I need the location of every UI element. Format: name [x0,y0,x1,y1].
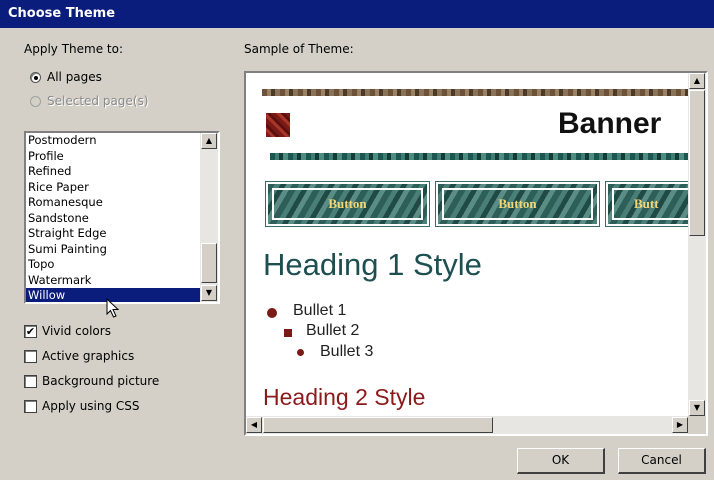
bullet-3-icon [297,349,304,356]
theme-list-scrollbar[interactable]: ▲ ▼ [200,133,218,302]
theme-list-item[interactable]: Postmodern [26,133,200,149]
theme-list-item[interactable]: Sumi Painting [26,242,200,258]
scroll-up-arrow-icon[interactable]: ▲ [201,133,217,149]
cancel-button[interactable]: Cancel [618,448,706,474]
preview-scroll-left-icon[interactable]: ◀ [246,417,262,433]
vivid-colors-label[interactable]: Vivid colors [42,324,111,338]
banner-bottom-stripe [270,153,688,160]
mouse-pointer-icon [106,298,120,318]
preview-vscroll[interactable]: ▲ ▼ [688,73,706,416]
theme-list-item[interactable]: Straight Edge [26,226,200,242]
theme-listbox[interactable]: Postmodern Profile Refined Rice Paper Romane… [24,131,220,304]
apply-css-label[interactable]: Apply using CSS [42,399,140,413]
heading2-sample: Heading 2 Style [263,384,426,410]
ok-button[interactable]: OK [517,448,605,474]
apply-theme-label: Apply Theme to: [24,42,123,56]
bullet-2-icon [284,329,292,337]
sample-button-2: Button [435,181,600,227]
theme-preview: Banner Button Button Butt Heading 1 Styl… [244,71,708,436]
heading1-sample: Heading 1 Style [263,247,482,282]
active-graphics-checkbox[interactable] [24,350,37,363]
theme-list-item[interactable]: Refined [26,164,200,180]
bullet-1-text: Bullet 1 [293,302,347,319]
scroll-down-arrow-icon[interactable]: ▼ [201,285,217,301]
vivid-colors-checkbox[interactable]: ✔ [24,325,37,338]
all-pages-radio[interactable] [30,72,41,83]
background-picture-label[interactable]: Background picture [42,374,159,388]
preview-canvas: Banner Button Button Butt Heading 1 Styl… [246,73,688,416]
preview-vscroll-thumb[interactable] [689,90,705,236]
all-pages-label[interactable]: All pages [47,70,102,84]
theme-list-item[interactable]: Sandstone [26,211,200,227]
sample-button-1-label: Button [328,196,367,211]
background-picture-checkbox[interactable] [24,375,37,388]
dialog-title: Choose Theme [0,0,714,28]
theme-list-item[interactable]: Profile [26,149,200,165]
apply-css-checkbox[interactable] [24,400,37,413]
sample-button-3-label: Butt [634,196,659,211]
theme-list-items: Postmodern Profile Refined Rice Paper Romane… [26,133,200,302]
theme-list-item[interactable]: Watermark [26,273,200,289]
banner-top-stripe [262,89,688,96]
active-graphics-label[interactable]: Active graphics [42,349,134,363]
sample-theme-label: Sample of Theme: [244,42,354,56]
preview-hscroll[interactable]: ◀ ▶ [246,416,688,434]
banner-text: Banner [558,107,662,140]
selected-pages-radio [30,96,41,107]
preview-hscroll-thumb[interactable] [263,417,493,433]
theme-list-scroll-thumb[interactable] [201,243,217,283]
sample-button-2-label: Button [498,196,537,211]
sample-button-3: Butt [605,181,688,227]
bullet-1-icon [267,308,277,318]
banner-logo-icon [266,113,290,137]
theme-list-item[interactable]: Romanesque [26,195,200,211]
choose-theme-dialog: Choose Theme Apply Theme to: All pages S… [0,0,714,480]
bullet-3-text: Bullet 3 [320,343,374,360]
preview-scroll-up-icon[interactable]: ▲ [689,73,705,89]
scroll-corner [688,416,706,434]
preview-scroll-right-icon[interactable]: ▶ [672,417,688,433]
theme-list-item[interactable]: Rice Paper [26,180,200,196]
selected-pages-label: Selected page(s) [47,94,149,108]
sample-button-1: Button [265,181,430,227]
bullet-2-text: Bullet 2 [306,322,360,339]
preview-scroll-down-icon[interactable]: ▼ [689,400,705,416]
theme-list-item[interactable]: Topo [26,257,200,273]
